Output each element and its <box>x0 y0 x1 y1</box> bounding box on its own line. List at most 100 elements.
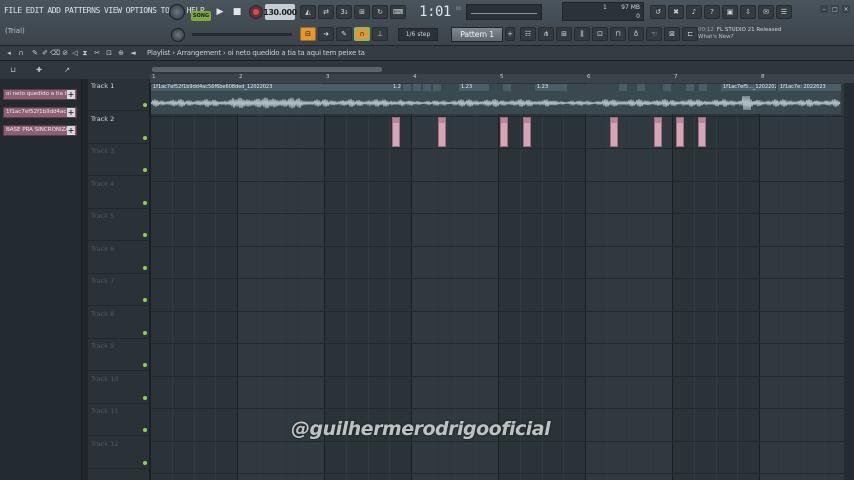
picker-item[interactable]: oi neto quedido a tia t... + <box>3 89 77 100</box>
menu-view[interactable]: VIEW <box>104 6 122 15</box>
track-header[interactable]: Track 5 <box>88 209 150 241</box>
delete-tool-icon[interactable]: ⌫ <box>50 48 60 58</box>
track-mute-led[interactable] <box>143 103 147 107</box>
panic-button[interactable]: ✖ <box>668 5 684 19</box>
mute-tool-icon[interactable]: ⊘ <box>60 48 70 58</box>
browser-button[interactable]: ⊡ <box>592 27 608 41</box>
shop-button[interactable]: ⊏ <box>682 27 698 41</box>
lock-button[interactable]: ⊠ <box>664 27 680 41</box>
add-clip-icon[interactable]: + <box>67 126 75 135</box>
pattern-clip[interactable] <box>698 117 706 147</box>
picker-expand-icon[interactable]: ↗ <box>62 65 72 75</box>
track-mute-led[interactable] <box>143 428 147 432</box>
stop-button[interactable]: ■ <box>230 5 244 19</box>
audio-input-button[interactable]: ♪ <box>686 5 702 19</box>
add-clip-icon[interactable]: + <box>67 90 75 99</box>
help-button[interactable]: ? <box>704 5 720 19</box>
track-mute-led[interactable] <box>143 395 147 400</box>
track-header[interactable]: Track 2 <box>88 112 150 144</box>
pattern-selector[interactable]: Pattern 1 <box>451 27 503 42</box>
track-header[interactable]: Track 12 <box>88 437 150 469</box>
song-position-display[interactable]: 1:01 <box>404 1 466 23</box>
slip-tool-icon[interactable]: ◁ <box>70 48 80 58</box>
next-tool-button[interactable]: ➜ <box>318 27 334 41</box>
magnet-tool-icon[interactable]: ∩ <box>16 48 26 58</box>
track-header[interactable]: Track 11 <box>88 404 150 436</box>
menu-add[interactable]: ADD <box>47 6 61 15</box>
maximize-button[interactable]: □ <box>831 5 839 13</box>
speaker-tool-icon[interactable]: ◄ <box>128 48 138 58</box>
picker-item[interactable]: BASE PRA SINCRONIZAR + <box>3 125 77 136</box>
stamp-button[interactable]: ⊥ <box>372 27 388 41</box>
undo-history-button[interactable]: ↺ <box>650 5 666 19</box>
pattern-clip[interactable] <box>523 117 531 147</box>
pattern-clip[interactable] <box>610 117 618 147</box>
pattern-clip[interactable] <box>392 117 400 147</box>
menu-edit[interactable]: EDIT <box>26 6 44 15</box>
track-mute-led[interactable] <box>143 265 147 270</box>
track-header[interactable]: Track 6 <box>88 242 150 274</box>
track-mute-led[interactable] <box>143 460 147 465</box>
blend-notes-button[interactable]: ⊞ <box>354 5 370 19</box>
snap-selector[interactable]: 1/6 step <box>398 28 438 41</box>
typing-keyboard-button[interactable]: ⊟ <box>300 27 316 41</box>
export-button[interactable]: ⇩ <box>740 5 756 19</box>
track-mute-led[interactable] <box>143 330 147 335</box>
playlist-window-button[interactable]: ☷ <box>520 27 536 41</box>
plugin-picker-button[interactable]: ⊓ <box>610 27 626 41</box>
track-header[interactable]: Track 3 <box>88 144 150 176</box>
playlist-breadcrumb[interactable]: Playlist › Arrangement › oi neto quedido… <box>147 49 365 57</box>
scrollbar-thumb[interactable] <box>152 67 382 72</box>
horizontal-scrollbar[interactable] <box>150 66 844 73</box>
track-header[interactable]: Track 4 <box>88 177 150 209</box>
add-pattern-button[interactable]: + <box>505 27 515 41</box>
track-mute-led[interactable] <box>143 298 147 302</box>
minimize-button[interactable]: – <box>820 5 828 13</box>
track-mute-led[interactable] <box>143 168 147 172</box>
add-clip-icon[interactable]: + <box>67 108 75 117</box>
piano-roll-button[interactable]: ⋔ <box>538 27 554 41</box>
pattern-clip[interactable] <box>500 117 508 147</box>
select-tool-icon[interactable]: ✂ <box>92 48 102 58</box>
menu-options[interactable]: OPTIONS <box>126 6 157 15</box>
channel-rack-button[interactable]: ⊞ <box>556 27 572 41</box>
pencil-tool-button[interactable]: ✎ <box>336 27 352 41</box>
track-mute-led[interactable] <box>143 135 147 140</box>
song-mode-toggle[interactable]: SONG <box>191 11 211 21</box>
track-header[interactable]: Track 10 <box>88 372 150 404</box>
vertical-scrollbar[interactable] <box>844 83 854 480</box>
mixer-button[interactable]: ⫼ <box>574 27 590 41</box>
snap-magnet-button[interactable]: ∩ <box>354 27 370 41</box>
picker-list-icon[interactable]: ⊔ <box>8 65 18 75</box>
track-header[interactable]: Track 8 <box>88 307 150 339</box>
countdown-button[interactable]: 3₂ <box>336 5 352 19</box>
loop-record-button[interactable]: ↻ <box>372 5 388 19</box>
zoom-tool-icon[interactable]: ⊡ <box>104 48 114 58</box>
tempo-display[interactable]: 130.000 <box>263 4 297 20</box>
play-button[interactable]: ▶ <box>213 5 227 19</box>
timeline-ruler[interactable]: 1 2 3 4 5 6 7 8 <box>150 74 854 83</box>
metronome-button[interactable]: ◭ <box>300 5 316 19</box>
track-header[interactable]: Track 9 <box>88 339 150 371</box>
track-mute-led[interactable] <box>143 363 147 367</box>
magnify-tool-icon[interactable]: ⊕ <box>116 48 126 58</box>
pitch-slider[interactable] <box>192 33 292 36</box>
menu-patterns[interactable]: PATTERNS <box>65 6 101 15</box>
news-panel[interactable]: 00:12 FL STUDIO 21 Released What's New? <box>698 27 798 41</box>
audio-clip[interactable]: 1f1ac7ef52f1b9dd4ac56f6be608ded_12022023… <box>151 84 841 114</box>
touch-controller-button[interactable]: ☜ <box>646 27 662 41</box>
master-pitch-knob[interactable] <box>171 28 185 42</box>
master-volume-knob[interactable] <box>169 4 185 20</box>
pattern-clip[interactable] <box>654 117 662 147</box>
pattern-clip[interactable] <box>676 117 684 147</box>
track-mute-led[interactable] <box>143 200 147 205</box>
track-header[interactable]: Track 1 <box>88 79 150 111</box>
picker-star-icon[interactable]: ✚ <box>34 65 44 75</box>
chat-button[interactable]: ✉ <box>758 5 774 19</box>
track-header[interactable]: Track 7 <box>88 274 150 306</box>
paint-tool-icon[interactable]: ✐ <box>40 48 50 58</box>
options-button[interactable]: ☰ <box>776 5 792 19</box>
save-button[interactable]: ▣ <box>722 5 738 19</box>
news-link[interactable]: What's New? <box>698 34 798 41</box>
slice-tool-icon[interactable]: ⧗ <box>80 48 90 58</box>
